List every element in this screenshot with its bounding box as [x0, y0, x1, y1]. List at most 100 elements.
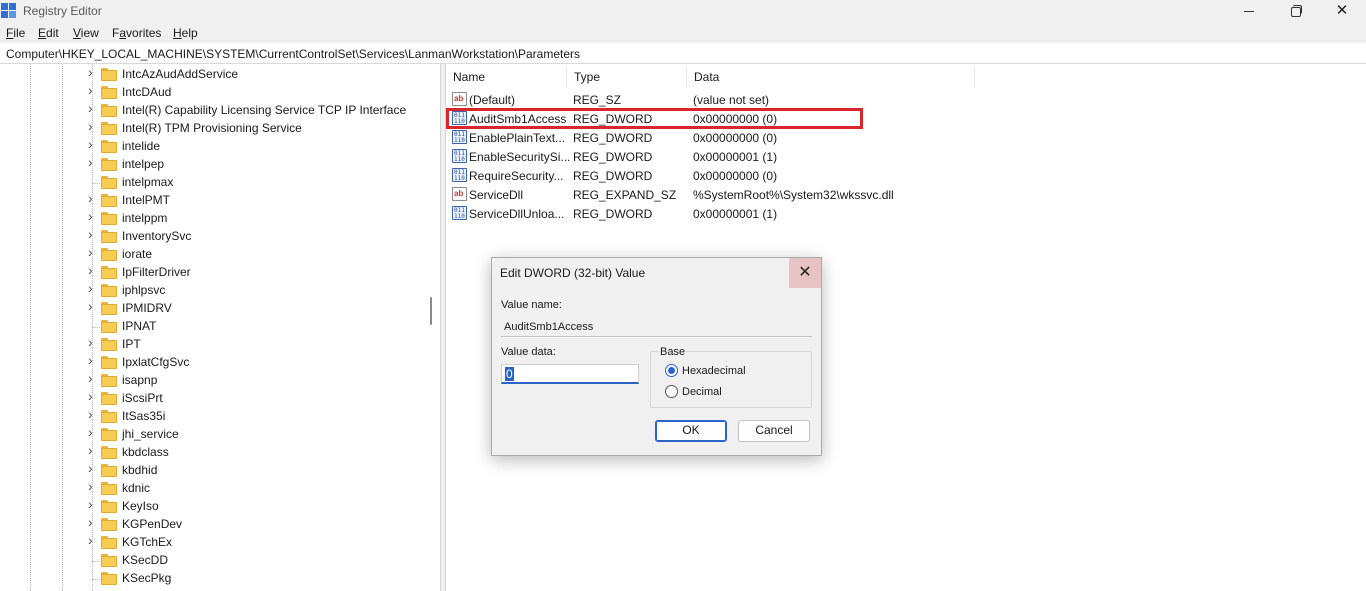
decimal-radio[interactable] — [665, 385, 678, 398]
folder-icon — [101, 212, 117, 225]
value-data: 0x00000001 (1) — [693, 150, 778, 164]
folder-icon — [101, 428, 117, 441]
minimize-button[interactable] — [1227, 0, 1273, 23]
value-data: %SystemRoot%\System32\wkssvc.dll — [693, 188, 894, 202]
chevron-right-icon[interactable]: › — [88, 137, 98, 151]
restore-button[interactable] — [1273, 0, 1319, 23]
folder-icon — [101, 338, 117, 351]
chevron-right-icon[interactable]: › — [88, 497, 98, 511]
tree-item[interactable]: › IpxlatCfgSvc — [88, 353, 428, 372]
tree-item[interactable]: › iScsiPrt — [88, 389, 428, 408]
tree-connector — [92, 579, 100, 580]
value-row[interactable]: 011 110 ServiceDllUnloa... REG_DWORD 0x00000… — [446, 204, 1366, 223]
chevron-right-icon[interactable]: › — [88, 461, 98, 475]
chevron-right-icon[interactable]: › — [88, 353, 98, 367]
value-row[interactable]: 011 110 EnablePlainText... REG_DWORD 0x00000… — [446, 128, 1366, 147]
cancel-button[interactable]: Cancel — [738, 420, 810, 442]
tree-item[interactable]: › kdnic — [88, 479, 428, 498]
menu-favorites[interactable]: Favorites — [112, 26, 161, 40]
tree-item[interactable]: › IntcDAud — [88, 83, 428, 102]
folder-icon — [101, 320, 117, 333]
tree-item[interactable]: › intelide — [88, 137, 428, 156]
folder-icon — [101, 68, 117, 81]
tree-item[interactable]: › IntcAzAudAddService — [88, 65, 428, 84]
tree-item[interactable]: › kbdclass — [88, 443, 428, 462]
chevron-right-icon[interactable]: › — [88, 83, 98, 97]
value-data-text: 0 — [505, 367, 514, 381]
tree-item[interactable]: IPNAT — [88, 318, 428, 336]
dialog-close-button[interactable]: ✕ — [789, 258, 821, 288]
value-row[interactable]: 011 110 EnableSecuritySi... REG_DWORD 0x0000… — [446, 147, 1366, 166]
tree-item[interactable]: › KGTchEx — [88, 533, 428, 552]
tree-scrollbar-thumb[interactable] — [430, 297, 432, 325]
chevron-right-icon[interactable]: › — [88, 299, 98, 313]
chevron-right-icon[interactable]: › — [88, 263, 98, 277]
value-type: REG_DWORD — [573, 131, 653, 145]
tree-item[interactable]: › InventorySvc — [88, 227, 428, 246]
chevron-right-icon[interactable]: › — [88, 227, 98, 241]
tree-item[interactable]: › intelpep — [88, 155, 428, 174]
binary-value-icon: 011 110 — [452, 149, 467, 163]
chevron-right-icon[interactable]: › — [88, 371, 98, 385]
tree-item[interactable]: › Intel(R) Capability Licensing Service T… — [88, 101, 428, 120]
value-data-input[interactable]: 0 — [501, 364, 639, 384]
column-header-data[interactable]: Data — [687, 66, 975, 88]
chevron-right-icon[interactable]: › — [88, 119, 98, 133]
close-window-button[interactable]: ✕ — [1319, 0, 1365, 23]
tree-item-label: IPNAT — [122, 319, 157, 333]
chevron-right-icon[interactable]: › — [88, 209, 98, 223]
address-bar[interactable]: Computer\HKEY_LOCAL_MACHINE\SYSTEM\Curre… — [0, 43, 1366, 64]
tree-item[interactable]: › iorate — [88, 245, 428, 264]
base-label: Base — [659, 346, 687, 358]
chevron-right-icon[interactable]: › — [88, 65, 98, 79]
value-row[interactable]: ab (Default) REG_SZ (value not set) — [446, 90, 1366, 109]
tree-item[interactable]: KSecPkg — [88, 570, 428, 588]
chevron-right-icon[interactable]: › — [88, 407, 98, 421]
tree-scrollbar[interactable] — [424, 64, 440, 591]
value-data: 0x00000001 (1) — [693, 207, 778, 221]
column-header-name[interactable]: Name — [446, 66, 567, 88]
tree-item[interactable]: › IntelPMT — [88, 191, 428, 210]
hexadecimal-label[interactable]: Hexadecimal — [682, 365, 746, 377]
tree-item[interactable]: › jhi_service — [88, 425, 428, 444]
ok-button[interactable]: OK — [655, 420, 727, 442]
tree-item[interactable]: › IPT — [88, 335, 428, 354]
chevron-right-icon[interactable]: › — [88, 245, 98, 259]
chevron-right-icon[interactable]: › — [88, 155, 98, 169]
tree-item[interactable]: › IpFilterDriver — [88, 263, 428, 282]
tree-item[interactable]: › iphlpsvc — [88, 281, 428, 300]
chevron-right-icon[interactable]: › — [88, 533, 98, 547]
value-row[interactable]: 011 110 RequireSecurity... REG_DWORD 0x00000… — [446, 166, 1366, 185]
decimal-label[interactable]: Decimal — [682, 386, 722, 398]
tree-item[interactable]: › intelppm — [88, 209, 428, 228]
tree-item[interactable]: › KGPenDev — [88, 515, 428, 534]
menu-view[interactable]: View — [73, 26, 99, 40]
folder-icon — [101, 104, 117, 117]
chevron-right-icon[interactable]: › — [88, 425, 98, 439]
list-header: Name Type Data — [446, 66, 1366, 88]
value-type: REG_DWORD — [573, 169, 653, 183]
tree-item[interactable]: KSecDD — [88, 552, 428, 570]
tree-item[interactable]: › kbdhid — [88, 461, 428, 480]
tree-item[interactable]: intelpmax — [88, 174, 428, 192]
menu-help[interactable]: Help — [173, 26, 198, 40]
tree-item[interactable]: › IPMIDRV — [88, 299, 428, 318]
chevron-right-icon[interactable]: › — [88, 443, 98, 457]
tree-item[interactable]: › KeyIso — [88, 497, 428, 516]
column-header-type[interactable]: Type — [567, 66, 687, 88]
chevron-right-icon[interactable]: › — [88, 515, 98, 529]
hexadecimal-radio[interactable] — [665, 364, 678, 377]
chevron-right-icon[interactable]: › — [88, 101, 98, 115]
menu-edit[interactable]: Edit — [38, 26, 59, 40]
menu-file[interactable]: File — [6, 26, 25, 40]
tree-item[interactable]: › ItSas35i — [88, 407, 428, 426]
chevron-right-icon[interactable]: › — [88, 479, 98, 493]
chevron-right-icon[interactable]: › — [88, 389, 98, 403]
chevron-right-icon[interactable]: › — [88, 335, 98, 349]
value-data: 0x00000000 (0) — [693, 169, 778, 183]
tree-item[interactable]: › Intel(R) TPM Provisioning Service — [88, 119, 428, 138]
chevron-right-icon[interactable]: › — [88, 191, 98, 205]
value-row[interactable]: ab ServiceDll REG_EXPAND_SZ %SystemRoot%\Sy… — [446, 185, 1366, 204]
chevron-right-icon[interactable]: › — [88, 281, 98, 295]
tree-item[interactable]: › isapnp — [88, 371, 428, 390]
